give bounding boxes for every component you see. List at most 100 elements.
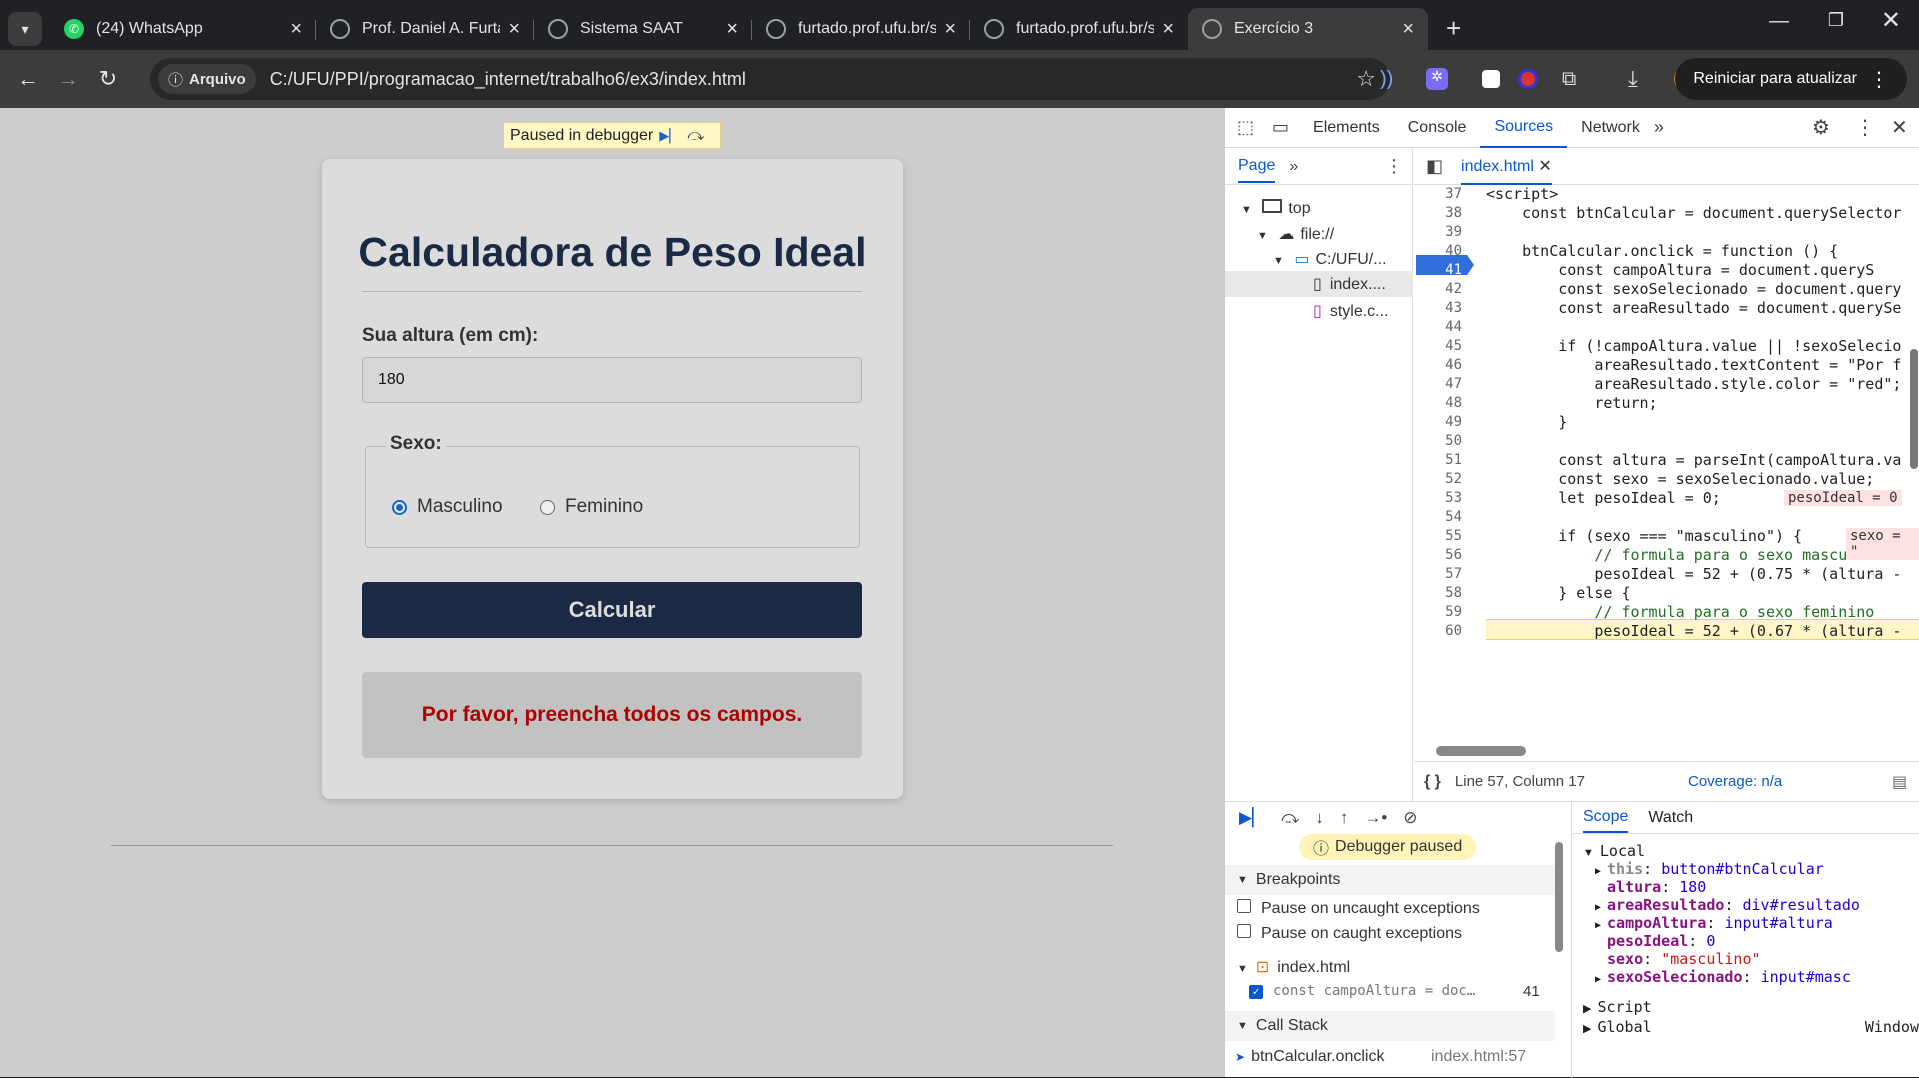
line-number[interactable]: 41: [1414, 262, 1474, 278]
tab-page[interactable]: Page: [1238, 151, 1276, 183]
checkbox[interactable]: [1237, 924, 1251, 938]
scope-global[interactable]: ▶ Global Window: [1583, 1018, 1919, 1036]
line-number[interactable]: 59: [1414, 604, 1474, 620]
scope-variable[interactable]: ▶ areaResultado: div#resultado: [1595, 896, 1860, 914]
breakpoints-section[interactable]: ▼ Breakpoints: [1225, 865, 1555, 895]
extension-wifi-icon[interactable]: )): [1380, 68, 1393, 91]
download-icon[interactable]: ⤓: [1628, 66, 1638, 92]
pause-uncaught-option[interactable]: Pause on uncaught exceptions: [1237, 899, 1480, 918]
forward-arrow-icon[interactable]: →: [48, 66, 88, 92]
scope-variable[interactable]: sexo: "masculino": [1607, 950, 1761, 968]
line-number[interactable]: 57: [1414, 566, 1474, 582]
radio-masculino[interactable]: Masculino: [392, 496, 503, 518]
checkbox[interactable]: [1237, 899, 1251, 913]
line-number[interactable]: 40: [1414, 243, 1474, 259]
tree-item-style[interactable]: ▯ style.c...: [1313, 301, 1389, 321]
scope-variable[interactable]: pesoIdeal: 0: [1607, 932, 1715, 950]
left-pane-scrollbar[interactable]: [1555, 842, 1563, 952]
line-number[interactable]: 45: [1414, 338, 1474, 354]
close-devtools-icon[interactable]: ✕: [1891, 115, 1908, 140]
url-text[interactable]: C:/UFU/PPI/programacao_internet/trabalho…: [270, 69, 746, 90]
tab-whatsapp[interactable]: ✆ (24) WhatsApp ×: [50, 8, 316, 50]
line-number[interactable]: 50: [1414, 433, 1474, 449]
scope-script[interactable]: ▶ Script: [1583, 998, 1652, 1016]
line-number[interactable]: 43: [1414, 300, 1474, 316]
line-number[interactable]: 56: [1414, 547, 1474, 563]
line-number[interactable]: 54: [1414, 509, 1474, 525]
vertical-scrollbar[interactable]: [1910, 349, 1918, 469]
code-area[interactable]: 37 <script> 38 const btnCalcular = documen…: [1414, 185, 1919, 725]
file-tab-index[interactable]: index.html ✕: [1461, 149, 1552, 185]
drawer-icon[interactable]: ▤: [1892, 772, 1907, 792]
tab-elements[interactable]: Elements: [1299, 108, 1394, 148]
reload-icon[interactable]: ↻: [88, 66, 128, 92]
frame-location[interactable]: index.html:57: [1431, 1048, 1526, 1066]
line-number[interactable]: 53: [1414, 490, 1474, 506]
line-number[interactable]: 44: [1414, 319, 1474, 335]
line-number[interactable]: 47: [1414, 376, 1474, 392]
line-number[interactable]: 37: [1414, 186, 1474, 202]
extension-flower-icon[interactable]: ✲: [1426, 68, 1448, 90]
close-icon[interactable]: ×: [1402, 18, 1414, 41]
scope-variable[interactable]: ▶ sexoSelecionado: input#masc: [1595, 968, 1851, 986]
toggle-navigator-icon[interactable]: ◧: [1426, 156, 1443, 177]
more-tabs-icon[interactable]: »: [1654, 117, 1664, 138]
more-vert-icon[interactable]: ⋮: [1385, 156, 1403, 177]
resume-icon[interactable]: ▶▏: [1239, 808, 1265, 828]
line-number[interactable]: 58: [1414, 585, 1474, 601]
tab-network[interactable]: Network: [1567, 108, 1654, 148]
close-icon[interactable]: ×: [944, 18, 956, 41]
site-info-chip[interactable]: ⓘ Arquivo: [158, 64, 256, 94]
tab-prof-furtado[interactable]: Prof. Daniel A. Furtado ×: [316, 8, 534, 50]
restore-button[interactable]: ❐: [1828, 10, 1844, 31]
tree-item-top[interactable]: ▼ top: [1241, 199, 1311, 218]
callstack-section[interactable]: ▼ Call Stack: [1225, 1011, 1555, 1041]
tree-item-folder[interactable]: ▼ ▭ C:/UFU/...: [1273, 249, 1387, 269]
line-number[interactable]: 38: [1414, 205, 1474, 221]
callstack-frame[interactable]: ➤ btnCalcular.onclick: [1235, 1048, 1384, 1066]
close-icon[interactable]: ✕: [1538, 158, 1551, 175]
step-out-icon[interactable]: ↑: [1340, 808, 1349, 828]
step-over-icon[interactable]: ⤼: [687, 127, 704, 145]
height-input[interactable]: 180: [362, 357, 862, 403]
checkbox-checked[interactable]: ✓: [1249, 985, 1263, 999]
scope-variable[interactable]: ▶ this: button#btnCalcular: [1595, 860, 1824, 878]
tab-exercicio-3[interactable]: Exercício 3 ×: [1188, 8, 1428, 50]
close-icon[interactable]: ×: [1162, 18, 1174, 41]
step-over-icon[interactable]: ⤼: [1281, 808, 1299, 828]
pretty-print-icon[interactable]: { }: [1424, 773, 1441, 791]
tree-item-file[interactable]: ▼ ☁ file://: [1257, 224, 1334, 244]
line-number[interactable]: 51: [1414, 452, 1474, 468]
pause-caught-option[interactable]: Pause on caught exceptions: [1237, 924, 1462, 943]
horizontal-scrollbar[interactable]: [1436, 746, 1526, 756]
tab-sources[interactable]: Sources: [1480, 108, 1568, 148]
tab-saat[interactable]: Sistema SAAT ×: [534, 8, 752, 50]
address-bar[interactable]: ⓘ Arquivo C:/UFU/PPI/programacao_interne…: [150, 58, 1390, 100]
line-number[interactable]: 49: [1414, 414, 1474, 430]
close-icon[interactable]: ×: [726, 18, 738, 41]
tab-console[interactable]: Console: [1394, 108, 1481, 148]
scope-variable[interactable]: ▶ campoAltura: input#altura: [1595, 914, 1833, 932]
bookmark-star-icon[interactable]: ☆: [1356, 66, 1376, 92]
extensions-puzzle-icon[interactable]: ⧉: [1562, 68, 1576, 91]
resume-icon[interactable]: ▶▏: [659, 128, 679, 144]
tree-item-index[interactable]: ▯ index....: [1225, 271, 1413, 297]
more-nav-tabs-icon[interactable]: »: [1289, 158, 1298, 176]
tab-furtado-1[interactable]: furtado.prof.ufu.br/site/tea ×: [752, 8, 970, 50]
calcular-button[interactable]: Calcular: [362, 582, 862, 638]
back-arrow-icon[interactable]: ←: [8, 66, 48, 92]
close-icon[interactable]: ×: [290, 18, 302, 41]
tab-watch[interactable]: Watch: [1648, 809, 1693, 827]
step-into-icon[interactable]: ↓: [1315, 808, 1324, 828]
close-icon[interactable]: ×: [508, 18, 520, 41]
radio-button-checked[interactable]: [392, 499, 407, 515]
line-number[interactable]: 52: [1414, 471, 1474, 487]
tab-search-button[interactable]: ▾: [8, 12, 42, 46]
line-number[interactable]: 60: [1414, 623, 1474, 639]
more-vert-icon[interactable]: ⋮: [1855, 115, 1875, 140]
settings-gear-icon[interactable]: ⚙: [1812, 115, 1830, 140]
breakpoint-entry[interactable]: ✓ const campoAltura = doc…: [1249, 983, 1475, 999]
line-number[interactable]: 48: [1414, 395, 1474, 411]
step-icon[interactable]: →•: [1364, 808, 1387, 828]
radio-button[interactable]: [540, 499, 555, 515]
